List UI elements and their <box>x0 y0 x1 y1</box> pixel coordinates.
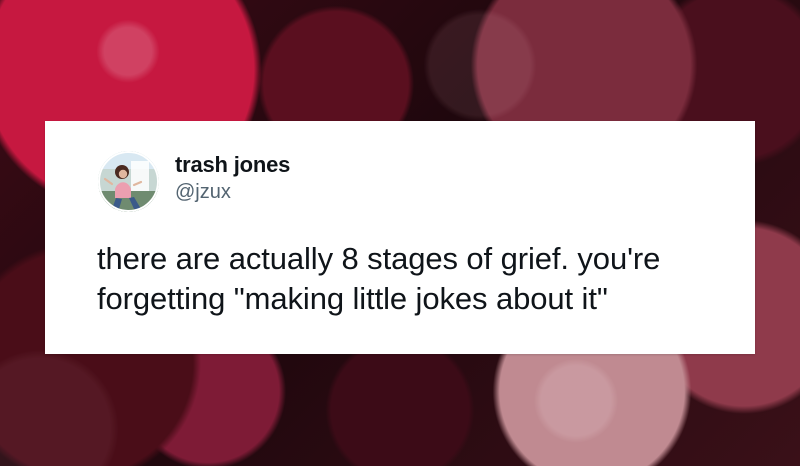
avatar-image <box>98 151 159 212</box>
profile-avatar[interactable] <box>98 151 159 212</box>
tweet-text: there are actually 8 stages of grief. yo… <box>97 241 661 316</box>
tweet-card: trash jones @jzux there are actually 8 s… <box>45 121 755 354</box>
tweet-header: trash jones @jzux <box>175 152 290 205</box>
display-name[interactable]: trash jones <box>175 152 290 178</box>
username-handle[interactable]: @jzux <box>175 180 290 205</box>
